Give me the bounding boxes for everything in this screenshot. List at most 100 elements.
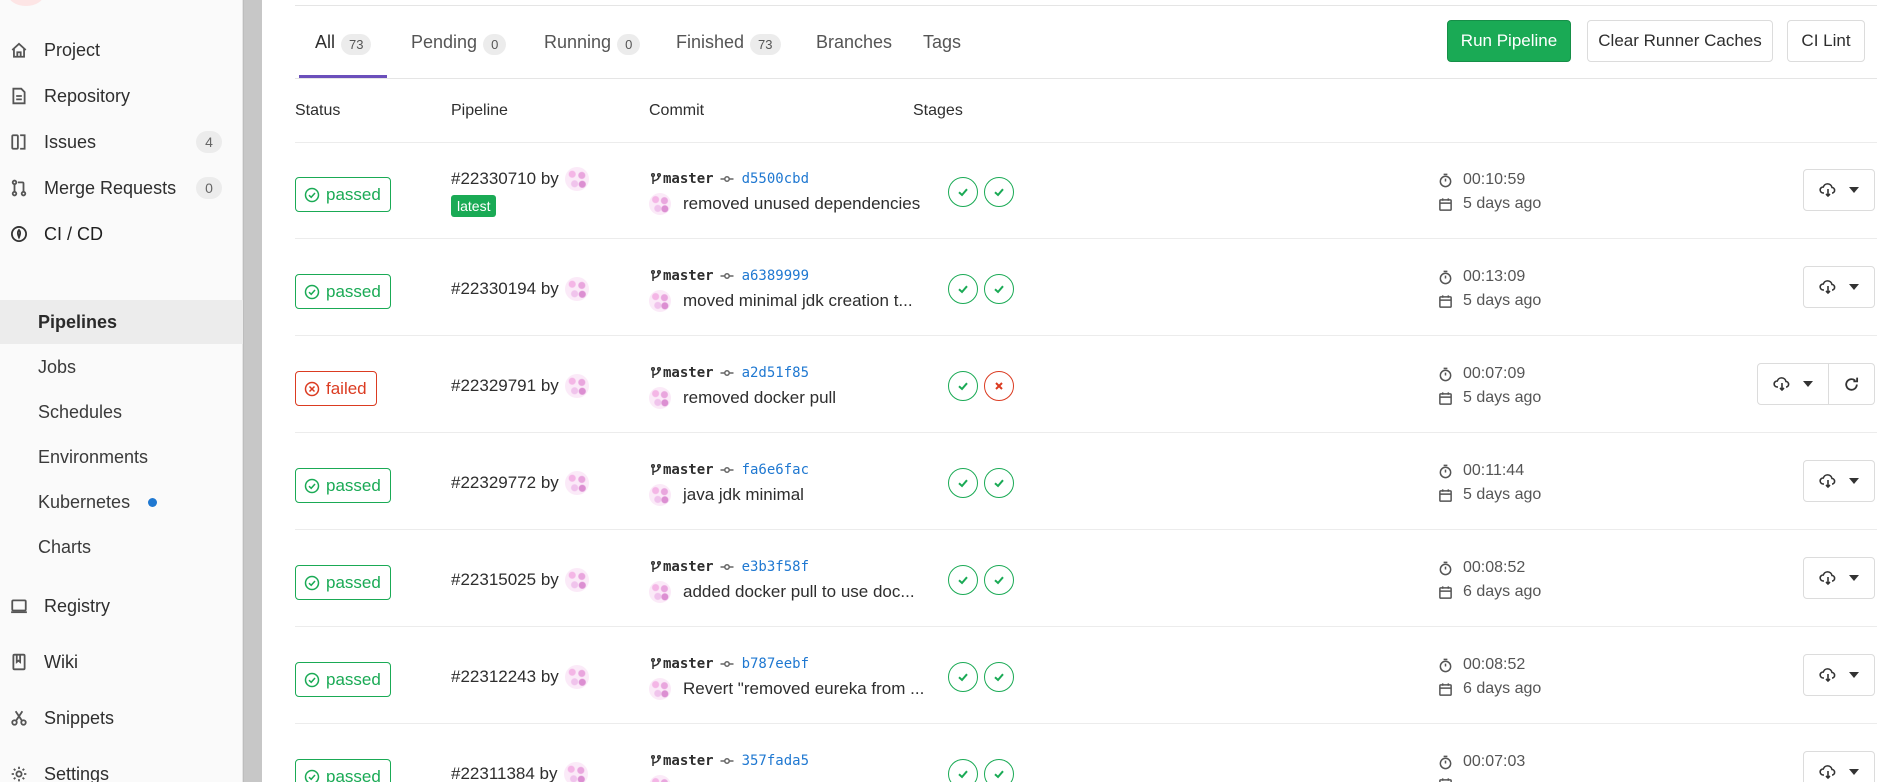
sidebar-subitem-jobs[interactable]: Jobs	[0, 345, 243, 389]
branch-link[interactable]: master	[663, 462, 714, 478]
status-badge[interactable]: passed	[295, 177, 391, 212]
commit-title-link[interactable]: moved minimal jdk creation t...	[683, 291, 913, 311]
sidebar-subitem-schedules[interactable]: Schedules	[0, 390, 243, 434]
stage-success-icon[interactable]	[948, 371, 978, 401]
sidebar-subitem-pipelines[interactable]: Pipelines	[0, 300, 243, 344]
user-avatar[interactable]	[564, 277, 589, 301]
stage-success-icon[interactable]	[984, 662, 1014, 692]
tab-running[interactable]: Running 0	[544, 32, 641, 78]
sidebar-subitem-charts[interactable]: Charts	[0, 525, 243, 569]
pipeline-id-link[interactable]: #22330710 by	[451, 167, 589, 191]
pipeline-id-link[interactable]: #22311384 by	[451, 762, 588, 782]
sidebar-item-merge-requests[interactable]: Merge Requests 0	[0, 166, 243, 210]
commit-title-link[interactable]: Revert "removed eureka from ...	[683, 679, 924, 699]
commit-sha-link[interactable]: d5500cbd	[742, 171, 809, 187]
branch-link[interactable]: master	[663, 365, 714, 381]
stage-success-icon[interactable]	[948, 759, 978, 782]
sidebar-item-ci-cd[interactable]: CI / CD	[0, 212, 243, 256]
pipeline-id-link[interactable]: #22329791 by	[451, 374, 589, 398]
clear-runner-caches-button[interactable]: Clear Runner Caches	[1587, 20, 1773, 62]
commit-author-avatar[interactable]	[649, 678, 671, 700]
artifacts-dropdown-button[interactable]	[1804, 461, 1874, 501]
artifacts-dropdown-button[interactable]	[1804, 752, 1874, 782]
artifacts-dropdown-button[interactable]	[1758, 364, 1828, 404]
commit-sha-link[interactable]: e3b3f58f	[742, 559, 809, 575]
sidebar-subitem-kubernetes[interactable]: Kubernetes	[0, 480, 243, 524]
stage-success-icon[interactable]	[984, 468, 1014, 498]
commit-title-link[interactable]: removed unused dependencies	[683, 194, 920, 214]
pipeline-id-link[interactable]: #22312243 by	[451, 665, 589, 689]
commit-author-avatar[interactable]	[649, 775, 671, 782]
pipeline-duration: 00:07:09	[1438, 365, 1525, 383]
stage-success-icon[interactable]	[984, 177, 1014, 207]
user-avatar[interactable]	[563, 762, 588, 782]
sidebar-item-wiki[interactable]: Wiki	[0, 640, 243, 684]
artifacts-dropdown-button[interactable]	[1804, 170, 1874, 210]
stage-success-icon[interactable]	[948, 468, 978, 498]
ci-lint-button[interactable]: CI Lint	[1787, 20, 1865, 62]
stage-failed-icon[interactable]	[984, 371, 1014, 401]
status-failed-icon	[304, 381, 326, 397]
user-avatar[interactable]	[564, 374, 589, 398]
status-badge[interactable]: passed	[295, 662, 391, 697]
pipeline-id-link[interactable]: #22330194 by	[451, 277, 589, 301]
stage-success-icon[interactable]	[984, 565, 1014, 595]
pipeline-id-link[interactable]: #22329772 by	[451, 471, 589, 495]
pipeline-id-link[interactable]: #22315025 by	[451, 568, 589, 592]
sidebar-subitem-environments[interactable]: Environments	[0, 435, 243, 479]
stage-success-icon[interactable]	[948, 662, 978, 692]
stage-success-icon[interactable]	[948, 565, 978, 595]
commit-author-avatar[interactable]	[649, 484, 671, 506]
branch-link[interactable]: master	[663, 268, 714, 284]
stage-success-icon[interactable]	[984, 759, 1014, 782]
branch-link[interactable]: master	[663, 559, 714, 575]
commit-author-avatar[interactable]	[649, 387, 671, 409]
commit-sha-link[interactable]: fa6e6fac	[742, 462, 809, 478]
branch-link[interactable]: master	[663, 753, 714, 769]
stage-success-icon[interactable]	[984, 274, 1014, 304]
commit-sha-link[interactable]: b787eebf	[742, 656, 809, 672]
user-avatar[interactable]	[564, 471, 589, 495]
stage-success-icon[interactable]	[948, 274, 978, 304]
sidebar-item-settings[interactable]: Settings	[0, 752, 243, 782]
commit-title-link[interactable]: added docker pull to use doc...	[683, 582, 915, 602]
artifacts-dropdown-button[interactable]	[1804, 655, 1874, 695]
project-avatar[interactable]	[8, 0, 44, 6]
sidebar-item-snippets[interactable]: Snippets	[0, 696, 243, 740]
sidebar-scrollbar[interactable]	[243, 0, 262, 782]
sidebar-item-repository[interactable]: Repository	[0, 74, 243, 118]
commit-title-link[interactable]: java jdk minimal	[683, 485, 804, 505]
commit-author-avatar[interactable]	[649, 193, 671, 215]
status-badge[interactable]: failed	[295, 371, 377, 406]
retry-pipeline-button[interactable]	[1828, 364, 1874, 404]
tab-tags[interactable]: Tags	[923, 32, 961, 78]
status-badge[interactable]: passed	[295, 759, 391, 782]
run-pipeline-button[interactable]: Run Pipeline	[1447, 20, 1571, 62]
sidebar-item-registry[interactable]: Registry	[0, 584, 243, 628]
tab-finished[interactable]: Finished 73	[676, 32, 781, 78]
branch-link[interactable]: master	[663, 171, 714, 187]
stage-success-icon[interactable]	[948, 177, 978, 207]
commit-sha-link[interactable]: 357fada5	[742, 753, 809, 769]
commit-sha-link[interactable]: a2d51f85	[742, 365, 809, 381]
branch-link[interactable]: master	[663, 656, 714, 672]
user-avatar[interactable]	[564, 665, 589, 689]
sidebar-item-issues[interactable]: Issues 4	[0, 120, 243, 164]
tab-all[interactable]: All 73	[298, 32, 389, 78]
tab-branches[interactable]: Branches	[816, 32, 892, 78]
tab-pending[interactable]: Pending 0	[411, 32, 507, 78]
divider	[295, 5, 1877, 6]
user-avatar[interactable]	[564, 568, 589, 592]
commit-title-link[interactable]: removed docker pull	[683, 388, 836, 408]
status-badge[interactable]: passed	[295, 468, 391, 503]
user-avatar[interactable]	[564, 167, 589, 191]
status-badge[interactable]: passed	[295, 565, 391, 600]
commit-sha-link[interactable]: a6389999	[742, 268, 809, 284]
commit-author-avatar[interactable]	[649, 581, 671, 603]
artifacts-dropdown-button[interactable]	[1804, 558, 1874, 598]
status-label: passed	[326, 281, 381, 301]
status-badge[interactable]: passed	[295, 274, 391, 309]
sidebar-item-project[interactable]: Project	[0, 28, 243, 72]
artifacts-dropdown-button[interactable]	[1804, 267, 1874, 307]
commit-author-avatar[interactable]	[649, 290, 671, 312]
